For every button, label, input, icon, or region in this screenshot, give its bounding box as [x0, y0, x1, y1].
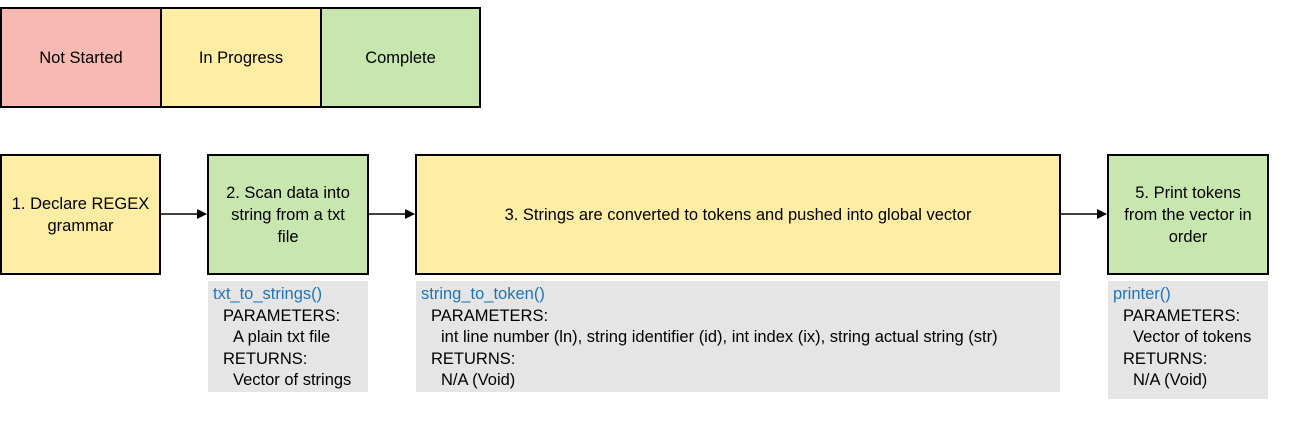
parameters-label: PARAMETERS: [1123, 306, 1241, 325]
string-to-token-note: string_to_token() PARAMETERS: int line n… [416, 281, 1060, 392]
parameters-label: PARAMETERS: [223, 306, 341, 325]
function-name: string_to_token() [421, 285, 545, 303]
returns-value: N/A (Void) [1133, 371, 1208, 389]
function-name: printer() [1113, 285, 1171, 303]
parameters-label: PARAMETERS: [431, 306, 549, 325]
function-name: txt_to_strings() [213, 285, 323, 303]
printer-note: printer() PARAMETERS: Vector of tokens R… [1108, 281, 1268, 399]
txt-to-strings-note: txt_to_strings() PARAMETERS: A plain txt… [208, 281, 368, 392]
returns-label: RETURNS: [1123, 349, 1208, 368]
parameters-value: int line number (ln), string identifier … [441, 328, 998, 346]
parameters-value: Vector of tokens [1133, 328, 1252, 346]
returns-label: RETURNS: [223, 349, 308, 368]
parameters-value: A plain txt file [233, 328, 331, 346]
returns-value: N/A (Void) [441, 371, 516, 389]
returns-label: RETURNS: [431, 349, 516, 368]
returns-value: Vector of strings [233, 371, 352, 389]
